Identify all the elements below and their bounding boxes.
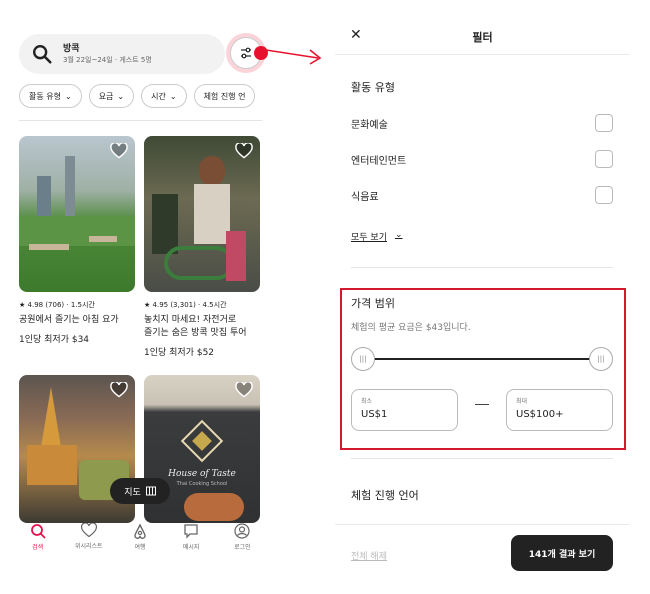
- grip-icon: |||: [597, 355, 605, 363]
- price-slider-track[interactable]: [361, 358, 601, 360]
- rating-meta: 4.98 (706) · 1.5시간: [27, 301, 95, 309]
- checkbox[interactable]: [595, 114, 613, 132]
- listing-card[interactable]: ★ 4.98 (706) · 1.5시간 공원에서 즐기는 아침 요가 1인당 …: [19, 136, 135, 345]
- listing-title: 공원에서 즐기는 아침 요가: [19, 315, 119, 325]
- nav-wishlist[interactable]: 위시리스트: [66, 523, 112, 563]
- grip-icon: |||: [359, 355, 367, 363]
- nav-trips[interactable]: 여행: [117, 523, 163, 563]
- sliders-icon: [241, 47, 251, 59]
- option-culture-arts[interactable]: 문화예술: [351, 114, 613, 132]
- filter-footer: 전체 해제 141개 결과 보기: [335, 524, 630, 580]
- filter-title: 필터: [472, 31, 493, 44]
- map-button-label: 지도: [124, 487, 141, 498]
- checkbox[interactable]: [595, 150, 613, 168]
- price-average-text: 체험의 평균 요금은 $43입니다.: [351, 323, 471, 333]
- price-slider-max-handle[interactable]: |||: [589, 347, 613, 371]
- min-price-field[interactable]: 최소 US$1: [351, 389, 458, 431]
- divider: [19, 120, 262, 121]
- chevron-down-icon: ⌄: [117, 91, 125, 101]
- heart-icon[interactable]: [110, 143, 128, 159]
- language-heading: 체험 진행 언어: [351, 489, 419, 502]
- chevron-down-icon: ⌄: [169, 91, 177, 101]
- bottom-nav: 검색 위시리스트 여행 메시지 로그인: [0, 523, 280, 563]
- heart-icon[interactable]: [110, 382, 128, 398]
- apron-text: House of Taste: [168, 469, 236, 479]
- temple-spire: [41, 387, 61, 447]
- search-icon: [33, 45, 52, 64]
- max-price-field[interactable]: 최대 US$100+: [506, 389, 613, 431]
- filter-header: ✕ 필터: [335, 17, 630, 55]
- yoga-mat: [89, 236, 117, 242]
- show-all-link[interactable]: 모두 보기 ⌄: [351, 230, 403, 243]
- option-food-drink[interactable]: 식음료: [351, 186, 613, 204]
- user-icon: [234, 523, 250, 539]
- airbnb-logo-icon: [134, 523, 146, 539]
- nav-login[interactable]: 로그인: [219, 523, 265, 563]
- map-icon: [145, 486, 156, 496]
- filter-panel: ✕ 필터 활동 유형 문화예술 엔터테인먼트 식음료 모두 보기 ⌄ 가격 범위…: [335, 17, 630, 580]
- search-bar[interactable]: 방콕 3월 22일~24일 · 게스트 5명: [19, 34, 225, 74]
- star-icon: ★: [19, 301, 26, 309]
- listing-title-line1: 놓치지 마세요! 자전거로: [144, 315, 237, 325]
- heart-icon[interactable]: [235, 143, 253, 159]
- heart-icon[interactable]: [235, 382, 253, 398]
- yoga-mat: [29, 244, 69, 250]
- map-button[interactable]: 지도: [110, 478, 170, 504]
- star-icon: ★: [144, 301, 151, 309]
- person-shorts: [226, 231, 246, 281]
- person-head: [199, 156, 225, 186]
- clear-all-button[interactable]: 전체 해제: [351, 549, 387, 562]
- listing-price: 1인당 최저가 $52: [144, 348, 215, 358]
- show-results-button[interactable]: 141개 결과 보기: [511, 535, 613, 571]
- chevron-down-icon: ⌄: [64, 91, 72, 101]
- chip-price[interactable]: 요금 ⌄: [88, 84, 135, 108]
- listing-card[interactable]: ★ 4.95 (3,301) · 4.5시간 놓치지 마세요! 자전거로 즐기는…: [144, 136, 260, 358]
- chip-time[interactable]: 시간 ⌄: [141, 84, 187, 108]
- activity-type-heading: 활동 유형: [351, 81, 395, 94]
- price-range-heading: 가격 범위: [351, 297, 395, 310]
- chip-language[interactable]: 체험 진행 언: [193, 84, 256, 108]
- arrow-right-icon: [266, 49, 322, 65]
- trees-shape: [19, 216, 135, 246]
- listing-photo-yoga: [19, 136, 135, 292]
- person-shirt: [194, 184, 230, 244]
- apron-logo: [180, 419, 224, 463]
- search-location: 방콕: [63, 43, 80, 54]
- bicycle-shape: [164, 246, 234, 280]
- message-icon: [184, 524, 198, 539]
- listing-price: 1인당 최저가 $34: [19, 335, 90, 345]
- search-icon: [30, 524, 46, 539]
- search-results-screen: 방콕 3월 22일~24일 · 게스트 5명 활동 유형 ⌄ 요금 ⌄ 시간 ⌄ 체험…: [0, 0, 322, 594]
- chevron-down-icon: ⌄: [394, 230, 403, 240]
- heart-icon: [80, 523, 97, 538]
- price-slider-min-handle[interactable]: |||: [351, 347, 375, 371]
- person-shape: [152, 194, 178, 254]
- filter-chips: 활동 유형 ⌄ 요금 ⌄ 시간 ⌄ 체험 진행 언: [19, 84, 262, 110]
- divider: [351, 458, 613, 459]
- rating-meta: 4.95 (3,301) · 4.5시간: [152, 301, 227, 309]
- checkbox[interactable]: [595, 186, 613, 204]
- range-dash: [475, 404, 489, 405]
- listing-title-line2: 즐기는 숨은 방콕 맛집 투어: [144, 328, 247, 338]
- search-details: 3월 22일~24일 · 게스트 5명: [63, 55, 152, 64]
- divider: [351, 267, 613, 268]
- nav-search[interactable]: 검색: [15, 523, 61, 563]
- nav-messages[interactable]: 메시지: [168, 523, 214, 563]
- chip-activity-type[interactable]: 활동 유형 ⌄: [19, 84, 82, 108]
- temple-building: [27, 445, 77, 485]
- option-entertainment[interactable]: 엔터테인먼트: [351, 150, 613, 168]
- listing-photo-bike-tour: [144, 136, 260, 292]
- food-plate: [184, 493, 244, 521]
